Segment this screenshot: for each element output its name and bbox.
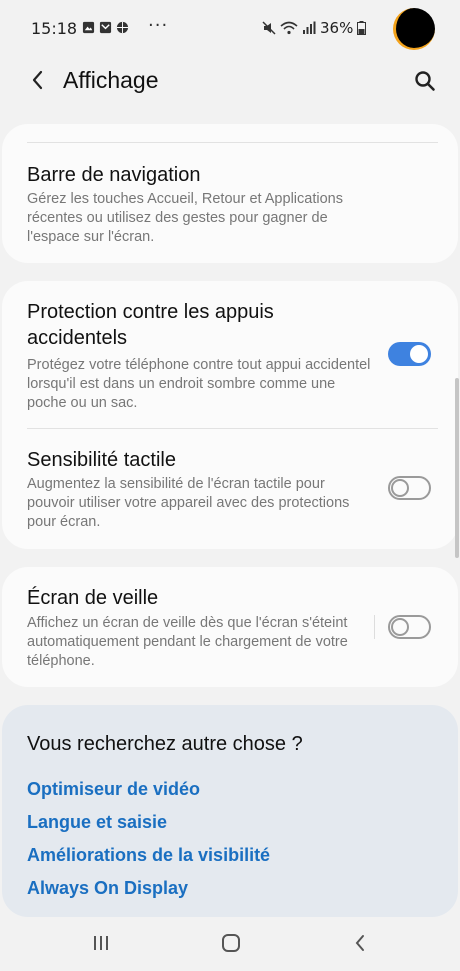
link-language-input[interactable]: Langue et saisie	[27, 812, 167, 833]
app-bar: Affichage	[0, 58, 460, 108]
battery-icon	[357, 21, 367, 35]
home-icon	[222, 934, 240, 952]
signal-icon	[303, 21, 316, 34]
protection-card: Protection contre les appuis accidentels…	[2, 281, 458, 549]
mute-icon	[262, 21, 276, 35]
more-notifications-icon: ···	[148, 15, 169, 36]
accidental-touch-setting[interactable]: Protection contre les appuis accidentels…	[2, 281, 458, 429]
suggestions-panel: Vous recherchez autre chose ? Optimiseur…	[2, 705, 458, 917]
setting-description: Augmentez la sensibilité de l'écran tact…	[27, 476, 350, 530]
screensaver-card: Écran de veille Affichez un écran de vei…	[2, 567, 458, 687]
accidental-touch-toggle[interactable]	[388, 342, 431, 366]
setting-description: Gérez les touches Accueil, Retour et App…	[27, 191, 343, 245]
suggestions-title: Vous recherchez autre chose ?	[27, 733, 303, 755]
chevron-left-icon	[32, 70, 43, 90]
home-button[interactable]	[216, 930, 246, 956]
setting-description: Affichez un écran de veille dès que l'éc…	[27, 615, 348, 669]
recents-icon	[94, 936, 108, 950]
link-video-optimizer[interactable]: Optimiseur de vidéo	[27, 779, 200, 800]
gallery-icon	[99, 21, 112, 34]
status-time: 15:18	[31, 19, 78, 38]
battery-percent: 36%	[320, 19, 354, 37]
link-always-on-display[interactable]: Always On Display	[27, 878, 188, 899]
setting-title: Écran de veille	[27, 587, 159, 609]
wifi-icon	[280, 21, 298, 35]
screensaver-toggle[interactable]	[388, 615, 431, 639]
touch-sensitivity-toggle[interactable]	[388, 476, 431, 500]
link-visibility-enhancements[interactable]: Améliorations de la visibilité	[27, 845, 270, 866]
basketball-icon	[116, 21, 129, 34]
setting-description: Protégez votre téléphone contre tout app…	[27, 357, 371, 411]
system-back-button[interactable]	[345, 930, 375, 956]
divider	[374, 615, 375, 639]
navigation-card: Barre de navigation Gérez les touches Ac…	[2, 124, 458, 263]
setting-title: Protection contre les appuis accidentels	[27, 301, 274, 349]
navigation-bar-setting[interactable]: Barre de navigation Gérez les touches Ac…	[2, 143, 458, 263]
search-button[interactable]	[410, 66, 440, 96]
avatar[interactable]	[393, 8, 435, 50]
back-icon	[355, 935, 364, 951]
status-bar: 15:18 ··· 36%	[0, 0, 460, 58]
touch-sensitivity-setting[interactable]: Sensibilité tactile Augmentez la sensibi…	[2, 429, 458, 549]
notification-icons	[82, 21, 129, 34]
setting-title: Sensibilité tactile	[27, 449, 176, 471]
page-title: Affichage	[63, 67, 159, 93]
scrollbar[interactable]	[455, 378, 459, 558]
recents-button[interactable]	[86, 930, 116, 956]
setting-title: Barre de navigation	[27, 164, 201, 186]
navigation-bar	[0, 917, 460, 971]
image-icon	[82, 21, 95, 34]
back-button[interactable]	[24, 66, 52, 94]
search-icon	[415, 71, 435, 91]
system-icons: 36%	[262, 19, 367, 37]
screensaver-setting[interactable]: Écran de veille Affichez un écran de vei…	[2, 567, 458, 687]
